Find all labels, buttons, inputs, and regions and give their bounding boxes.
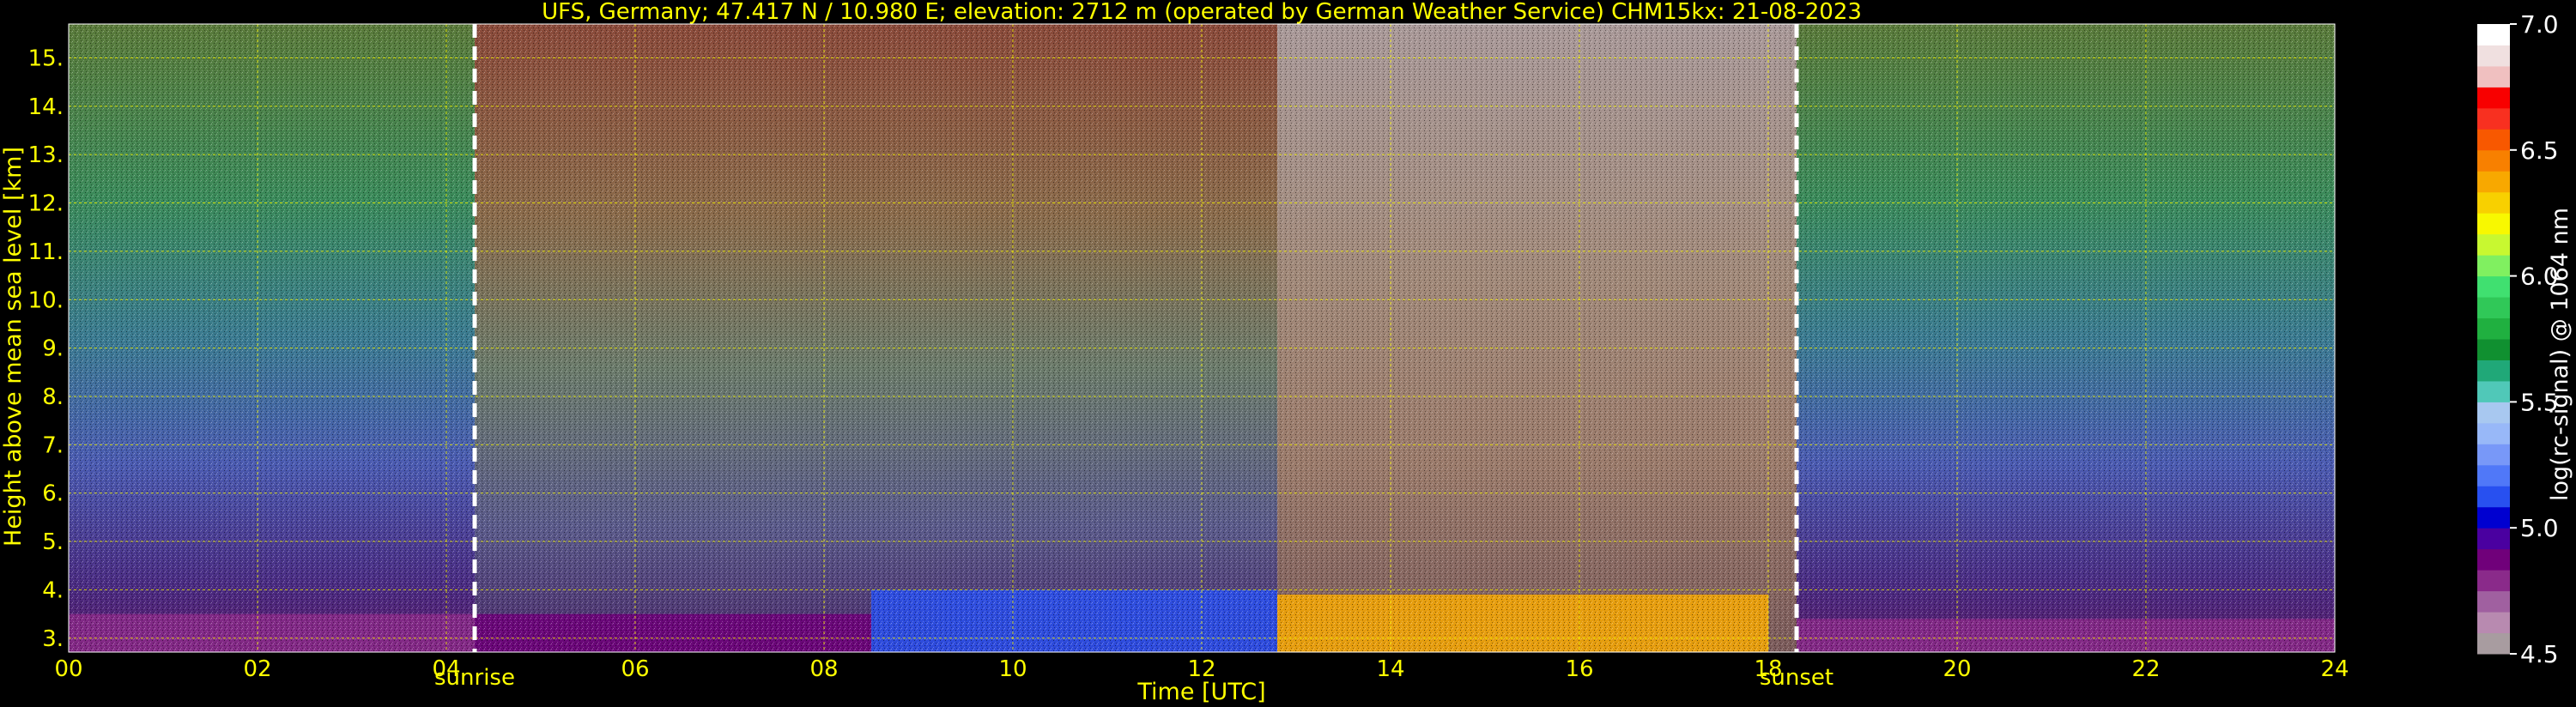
colorbar [2477, 24, 2510, 655]
y-tick-label: 9. [42, 336, 64, 362]
chart-title: UFS, Germany; 47.417 N / 10.980 E; eleva… [542, 0, 1862, 25]
x-tick-label: 16 [1565, 656, 1593, 682]
y-tick-label: 11. [28, 239, 64, 265]
colorbar-segment [2477, 129, 2510, 151]
colorbar-tick-label: 4.5 [2520, 640, 2559, 668]
colorbar-segment [2477, 24, 2510, 45]
colorbar-tick-label: 5.0 [2520, 514, 2559, 542]
colorbar-segment [2477, 213, 2510, 235]
colorbar-segment [2477, 528, 2510, 550]
x-axis-label: Time [UTC] [1136, 679, 1265, 705]
x-tick-label: 14 [1376, 656, 1404, 682]
x-tick-label: 06 [621, 656, 649, 682]
x-tick-label: 00 [54, 656, 82, 682]
colorbar-segment [2477, 275, 2510, 298]
colorbar-segment [2477, 87, 2510, 109]
colorbar-segment [2477, 380, 2510, 402]
x-tick-label: 22 [2131, 656, 2160, 682]
y-tick-label: 13. [28, 142, 64, 168]
colorbar-segment [2477, 570, 2510, 592]
x-tick-label: 08 [809, 656, 838, 682]
y-tick-label: 14. [28, 94, 64, 120]
colorbar-segment [2477, 548, 2510, 571]
x-tick-label: 24 [2320, 656, 2349, 682]
y-tick-labels: 3. 4. 5. 6. 7. 8. 9. 10. 11. 12. 13. 14. 15. [28, 45, 64, 651]
colorbar-segment [2477, 65, 2510, 88]
colorbar-label: log(rc-signal) @ 1064 nm [2547, 208, 2573, 501]
colorbar-segment [2477, 360, 2510, 382]
y-tick-label: 7. [42, 432, 64, 458]
colorbar-segment [2477, 444, 2510, 466]
sun-event-label: sunset [1760, 665, 1834, 691]
colorbar-segment [2477, 612, 2510, 634]
x-tick-label: 20 [1943, 656, 1971, 682]
colorbar-segment [2477, 233, 2510, 256]
x-tick-label: 02 [243, 656, 271, 682]
colorbar-tick-label: 6.5 [2520, 136, 2559, 165]
y-tick-label: 8. [42, 384, 64, 410]
colorbar-segment [2477, 486, 2510, 508]
colorbar-segment [2477, 632, 2510, 655]
colorbar-segment [2477, 191, 2510, 214]
colorbar-segment [2477, 590, 2510, 613]
y-tick-label: 4. [42, 577, 64, 603]
colorbar-segment [2477, 45, 2510, 67]
colorbar-segment [2477, 464, 2510, 486]
y-tick-label: 12. [28, 191, 64, 217]
colorbar-segment [2477, 255, 2510, 277]
colorbar-segment [2477, 422, 2510, 444]
y-axis-label: Height above mean sea level [km] [0, 147, 27, 547]
colorbar-segment [2477, 317, 2510, 340]
ceilometer-chart: 00 02 04 06 08 10 12 14 16 18 20 22 24 3.4.5.6.7.8.9… [0, 0, 2573, 705]
y-tick-label: 10. [28, 287, 64, 313]
y-tick-label: 6. [42, 481, 64, 507]
colorbar-segment [2477, 107, 2510, 130]
colorbar-tick-label: 7.0 [2520, 10, 2559, 39]
colorbar-segment [2477, 149, 2510, 172]
sun-event-label: sunrise [434, 665, 515, 691]
colorbar-segment [2477, 506, 2510, 529]
y-tick-label: 15. [28, 45, 64, 71]
colorbar-segment [2477, 339, 2510, 360]
y-tick-label: 5. [42, 529, 64, 555]
colorbar-segment [2477, 297, 2510, 319]
colorbar-segment [2477, 171, 2510, 193]
y-tick-label: 3. [42, 626, 64, 652]
colorbar-segment [2477, 402, 2510, 424]
x-tick-label: 10 [998, 656, 1027, 682]
